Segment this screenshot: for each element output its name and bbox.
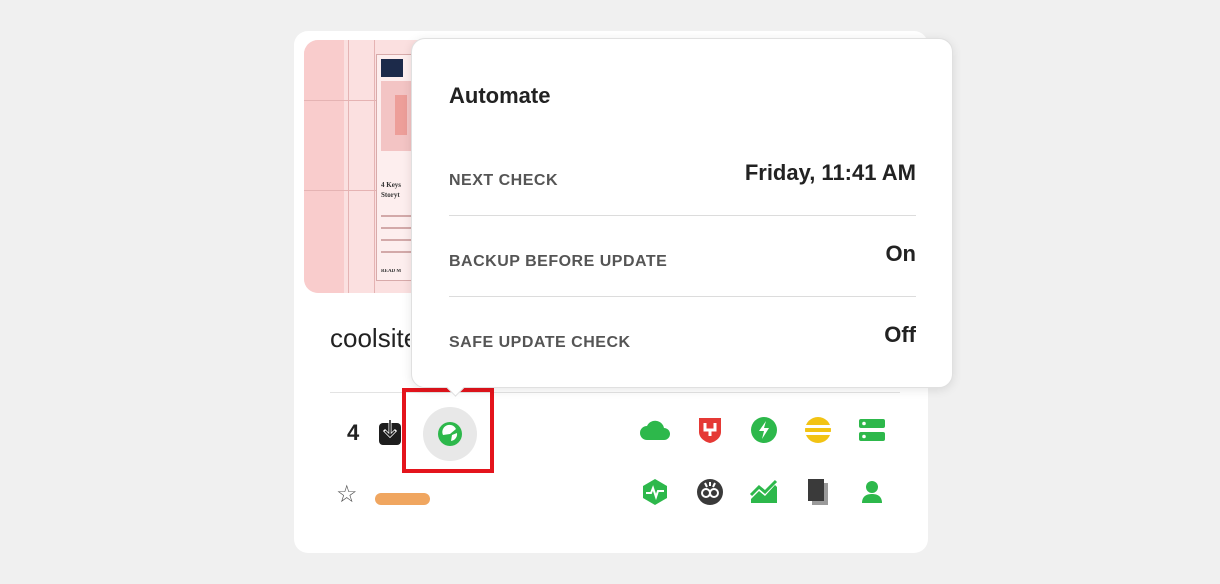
backup-before-update-label: BACKUP BEFORE UPDATE (449, 253, 668, 270)
automate-highlight-box (402, 388, 494, 473)
cloud-icon[interactable] (638, 413, 672, 447)
next-check-value: Friday, 11:41 AM (744, 160, 916, 185)
safe-update-check-value: Off (884, 322, 916, 347)
user-icon[interactable] (855, 475, 889, 509)
uptime-monitor-icon[interactable] (638, 475, 672, 509)
server-icon[interactable] (855, 413, 889, 447)
equal-circle-icon[interactable] (801, 413, 835, 447)
bolt-icon[interactable] (747, 413, 781, 447)
next-check-row: NEXT CHECK Friday, 11:41 AM (449, 135, 916, 216)
site-tag[interactable] (375, 493, 430, 505)
shield-icon[interactable] (693, 413, 727, 447)
favorite-star-icon[interactable]: ☆ (336, 483, 358, 507)
seo-link-icon[interactable] (693, 475, 727, 509)
thumbnail-gridline (374, 40, 375, 293)
analytics-chart-icon[interactable] (747, 475, 781, 509)
thumbnail-gridline (348, 40, 349, 293)
safe-update-check-label: SAFE UPDATE CHECK (449, 334, 631, 351)
thumbnail-text-line (381, 251, 411, 253)
copy-pages-icon[interactable] (801, 475, 835, 509)
download-icon[interactable] (378, 420, 402, 451)
safe-update-check-row: SAFE UPDATE CHECK Off (449, 297, 916, 378)
automate-popover: Automate NEXT CHECK Friday, 11:41 AM BAC… (411, 38, 953, 397)
popover-title: Automate (449, 83, 551, 108)
thumbnail-flag (381, 59, 403, 77)
site-name[interactable]: coolsite (330, 323, 410, 354)
thumbnail-text-line (381, 227, 411, 229)
thumbnail-accent (395, 95, 407, 135)
thumbnail-text-line (381, 215, 411, 217)
next-check-label: NEXT CHECK (449, 172, 559, 189)
backup-before-update-value: On (885, 241, 916, 266)
update-count: 4 (347, 420, 360, 445)
backup-before-update-row: BACKUP BEFORE UPDATE On (449, 216, 916, 297)
thumbnail-text-line (381, 239, 411, 241)
thumbnail-stripe (304, 40, 344, 293)
